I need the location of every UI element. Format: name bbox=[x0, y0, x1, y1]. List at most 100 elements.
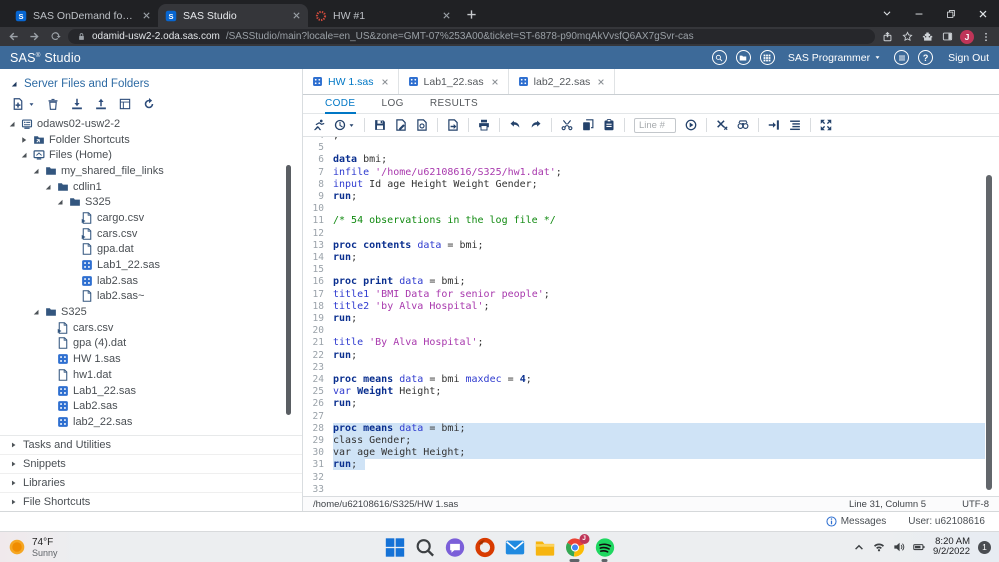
bookmark-star-icon[interactable] bbox=[902, 31, 913, 42]
spotify-taskbar-button[interactable] bbox=[594, 537, 615, 558]
close-icon[interactable] bbox=[442, 11, 451, 20]
expanded-caret-icon[interactable] bbox=[44, 183, 53, 191]
reload-icon[interactable] bbox=[50, 31, 61, 42]
save-button[interactable] bbox=[374, 119, 386, 131]
editor-tab[interactable]: Lab1_22.sas bbox=[399, 69, 509, 94]
goto-line-button[interactable] bbox=[685, 119, 697, 131]
forward-icon[interactable] bbox=[29, 31, 40, 42]
weather-widget[interactable]: 74°F Sunny bbox=[8, 532, 58, 562]
tree-item[interactable]: cars.csv bbox=[0, 226, 302, 242]
start-taskbar-button[interactable] bbox=[384, 537, 405, 558]
profile-avatar[interactable]: J bbox=[960, 30, 974, 44]
find-replace-button[interactable] bbox=[737, 119, 749, 131]
tree-item[interactable]: Lab1_22.sas bbox=[0, 383, 302, 399]
view-tab-code[interactable]: CODE bbox=[325, 95, 356, 114]
tree-item[interactable]: S325 bbox=[0, 304, 302, 320]
view-tab-log[interactable]: LOG bbox=[382, 95, 404, 114]
battery-icon[interactable] bbox=[913, 541, 925, 553]
tree-item[interactable]: Folder Shortcuts bbox=[0, 132, 302, 148]
minimize-icon[interactable] bbox=[914, 9, 924, 19]
open-folder-button[interactable] bbox=[736, 50, 751, 65]
editor-tab[interactable]: HW 1.sas bbox=[303, 69, 399, 94]
chrome-taskbar-button[interactable]: J bbox=[564, 537, 585, 558]
expanded-caret-icon[interactable] bbox=[32, 308, 41, 316]
tree-item[interactable]: Lab1_22.sas bbox=[0, 257, 302, 273]
tree-item[interactable]: cargo.csv bbox=[0, 210, 302, 226]
close-icon[interactable] bbox=[142, 11, 151, 20]
cut-button[interactable] bbox=[561, 119, 573, 131]
notification-badge[interactable]: 1 bbox=[978, 541, 991, 554]
chat-taskbar-button[interactable] bbox=[444, 537, 465, 558]
sidebar-section-libraries[interactable]: Libraries bbox=[0, 474, 302, 493]
tree-item[interactable]: Files (Home) bbox=[0, 147, 302, 163]
caret-down-icon[interactable] bbox=[28, 101, 35, 108]
tree-item[interactable]: gpa.dat bbox=[0, 242, 302, 258]
editor-tab[interactable]: lab2_22.sas bbox=[509, 69, 616, 94]
copy-button[interactable] bbox=[582, 119, 594, 131]
search-button[interactable] bbox=[712, 50, 727, 65]
editor-scrollbar[interactable] bbox=[986, 175, 992, 490]
tree-item[interactable]: lab2_22.sas bbox=[0, 414, 302, 430]
sidebar-section-snippets[interactable]: Snippets bbox=[0, 455, 302, 474]
tab-search-chevron-icon[interactable] bbox=[882, 9, 892, 19]
expanded-caret-icon[interactable] bbox=[56, 198, 65, 206]
format-code-button[interactable] bbox=[789, 119, 801, 131]
line-number-input[interactable] bbox=[634, 118, 676, 133]
tree-item[interactable]: gpa (4).dat bbox=[0, 336, 302, 352]
undo-button[interactable] bbox=[509, 119, 521, 131]
close-icon[interactable] bbox=[292, 11, 301, 20]
kebab-menu-icon[interactable] bbox=[981, 32, 991, 42]
clear-code-button[interactable] bbox=[716, 119, 728, 131]
indent-button[interactable] bbox=[768, 119, 780, 131]
view-tab-results[interactable]: RESULTS bbox=[430, 95, 478, 114]
maximize-button[interactable] bbox=[820, 119, 832, 131]
help-button[interactable]: ? bbox=[918, 50, 933, 65]
share-icon[interactable] bbox=[882, 31, 893, 42]
expanded-caret-icon[interactable] bbox=[32, 167, 41, 175]
tree-item[interactable]: Lab2.sas bbox=[0, 398, 302, 414]
tree-item[interactable]: cdlin1 bbox=[0, 179, 302, 195]
refresh-doc-button[interactable] bbox=[416, 119, 428, 131]
tree-item[interactable]: odaws02-usw2-2 bbox=[0, 116, 302, 132]
sidebar-section-file-shortcuts[interactable]: File Shortcuts bbox=[0, 493, 302, 512]
browser-tab[interactable]: SSAS Studio bbox=[158, 4, 308, 27]
redo-button[interactable] bbox=[530, 119, 542, 131]
messages-button[interactable]: Messages bbox=[826, 516, 887, 527]
clock[interactable]: 8:20 AM 9/2/2022 bbox=[933, 537, 970, 558]
collapsed-caret-icon[interactable] bbox=[20, 136, 29, 144]
close-icon[interactable] bbox=[978, 9, 988, 19]
address-bar[interactable]: odamid-usw2-2.oda.sas.com/SASStudio/main… bbox=[68, 29, 875, 44]
delete-icon[interactable] bbox=[47, 98, 59, 110]
tree-item[interactable]: cars.csv bbox=[0, 320, 302, 336]
sign-out-button[interactable]: Sign Out bbox=[948, 52, 989, 64]
expanded-caret-icon[interactable] bbox=[8, 120, 17, 128]
volume-icon[interactable] bbox=[893, 541, 905, 553]
tree-scrollbar[interactable] bbox=[286, 165, 291, 415]
browser-tab[interactable]: SSAS OnDemand for Academics bbox=[8, 4, 158, 27]
explorer-taskbar-button[interactable] bbox=[534, 537, 555, 558]
tree-item[interactable]: hw1.dat bbox=[0, 367, 302, 383]
list-menu-button[interactable] bbox=[894, 50, 909, 65]
side-panel-icon[interactable] bbox=[942, 31, 953, 42]
close-icon[interactable] bbox=[597, 78, 605, 86]
tree-item[interactable]: lab2.sas bbox=[0, 273, 302, 289]
extensions-icon[interactable] bbox=[922, 31, 933, 42]
new-file-icon[interactable] bbox=[12, 98, 24, 110]
wifi-icon[interactable] bbox=[873, 541, 885, 553]
code-editor[interactable]: 4,56data bmi;7infile '/home/u62108616/S3… bbox=[303, 137, 999, 496]
close-icon[interactable] bbox=[381, 78, 389, 86]
tree-item[interactable]: lab2.sas~ bbox=[0, 289, 302, 305]
new-tab-icon[interactable] bbox=[466, 9, 477, 20]
run-button[interactable] bbox=[313, 119, 325, 131]
properties-icon[interactable] bbox=[119, 98, 131, 110]
office-taskbar-button[interactable] bbox=[474, 537, 495, 558]
print-button[interactable] bbox=[478, 119, 490, 131]
back-icon[interactable] bbox=[8, 31, 19, 42]
restore-icon[interactable] bbox=[946, 9, 956, 19]
task-search-taskbar-button[interactable] bbox=[414, 537, 435, 558]
section-server-files[interactable]: Server Files and Folders bbox=[0, 69, 302, 95]
mail-taskbar-button[interactable] bbox=[504, 537, 525, 558]
tree-item[interactable]: S325 bbox=[0, 194, 302, 210]
tree-item[interactable]: HW 1.sas bbox=[0, 351, 302, 367]
save-as-button[interactable] bbox=[395, 119, 407, 131]
